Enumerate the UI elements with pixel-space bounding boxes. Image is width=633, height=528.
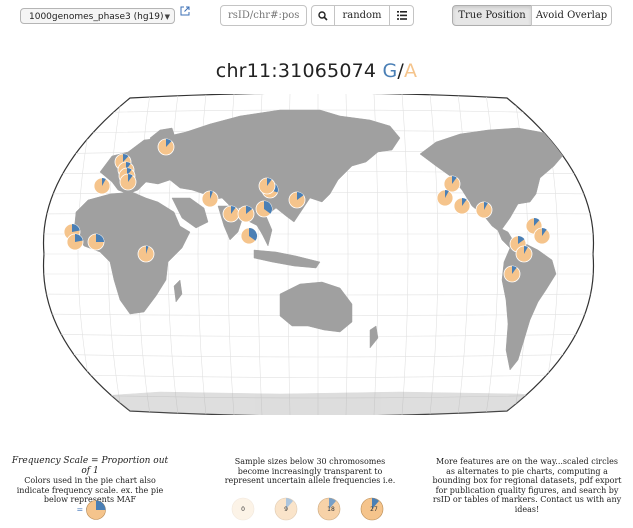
avoid-overlap-button[interactable]: Avoid Overlap (531, 5, 612, 26)
sample-size-legend: Sample sizes below 30 chromosomes become… (220, 457, 400, 486)
population-pie[interactable] (436, 189, 454, 207)
population-pie[interactable] (222, 205, 240, 223)
variant-id: chr11:31065074 (215, 60, 377, 82)
population-pie[interactable] (87, 233, 105, 251)
search-button[interactable] (311, 5, 335, 26)
features-note: More features are on the way...scaled ci… (432, 457, 622, 514)
list-button[interactable] (389, 5, 414, 26)
australia-landmass (279, 281, 353, 333)
sample-size-examples: 0 9 18 27 (231, 497, 384, 521)
sample-label-18: 18 (327, 506, 335, 513)
population-pie[interactable] (255, 200, 273, 218)
population-pie[interactable] (443, 175, 461, 193)
sample-label-9: 9 (284, 506, 288, 513)
dataset-select[interactable]: 1000genomes_phase3 (hg19) ▼ (20, 8, 175, 24)
maf-example-pie (86, 500, 106, 520)
external-link-icon[interactable] (180, 6, 190, 19)
population-pie[interactable] (453, 197, 471, 215)
greenland-landmass (549, 107, 594, 141)
search-input[interactable] (220, 5, 307, 26)
population-pie[interactable] (157, 138, 175, 156)
top-toolbar: 1000genomes_phase3 (hg19) ▼ random True … (0, 0, 633, 36)
sample-label-0: 0 (241, 506, 245, 513)
chevron-down-icon: ▼ (164, 13, 170, 21)
frequency-scale-title: Frequency Scale = Proportion out of 1 (11, 456, 169, 476)
alt-allele: A (403, 60, 418, 82)
population-pie[interactable] (533, 227, 551, 245)
population-pie[interactable] (515, 245, 533, 263)
random-button[interactable]: random (334, 5, 390, 26)
population-pie[interactable] (66, 233, 84, 251)
features-text: More features are on the way...scaled ci… (432, 457, 622, 514)
population-pie[interactable] (503, 265, 521, 283)
dataset-select-label: 1000genomes_phase3 (hg19) (29, 12, 164, 22)
allele-separator: / (397, 60, 404, 82)
population-pie[interactable] (201, 190, 219, 208)
ref-allele: G (382, 60, 398, 82)
sample-size-text: Sample sizes below 30 chromosomes become… (224, 457, 396, 485)
world-map[interactable] (40, 94, 597, 415)
population-pie[interactable] (93, 177, 111, 195)
population-pie[interactable] (137, 245, 155, 263)
population-pie[interactable] (240, 227, 258, 245)
population-pie[interactable] (475, 201, 493, 219)
true-position-button[interactable]: True Position (452, 5, 532, 26)
page-title: chr11:31065074 G/A (0, 60, 633, 82)
population-pie[interactable] (258, 177, 276, 195)
search-icon (318, 11, 328, 21)
list-icon (396, 11, 407, 20)
population-pie[interactable] (237, 205, 255, 223)
population-pie[interactable] (119, 173, 137, 191)
sample-label-27: 27 (370, 506, 378, 513)
population-pie[interactable] (288, 191, 306, 209)
